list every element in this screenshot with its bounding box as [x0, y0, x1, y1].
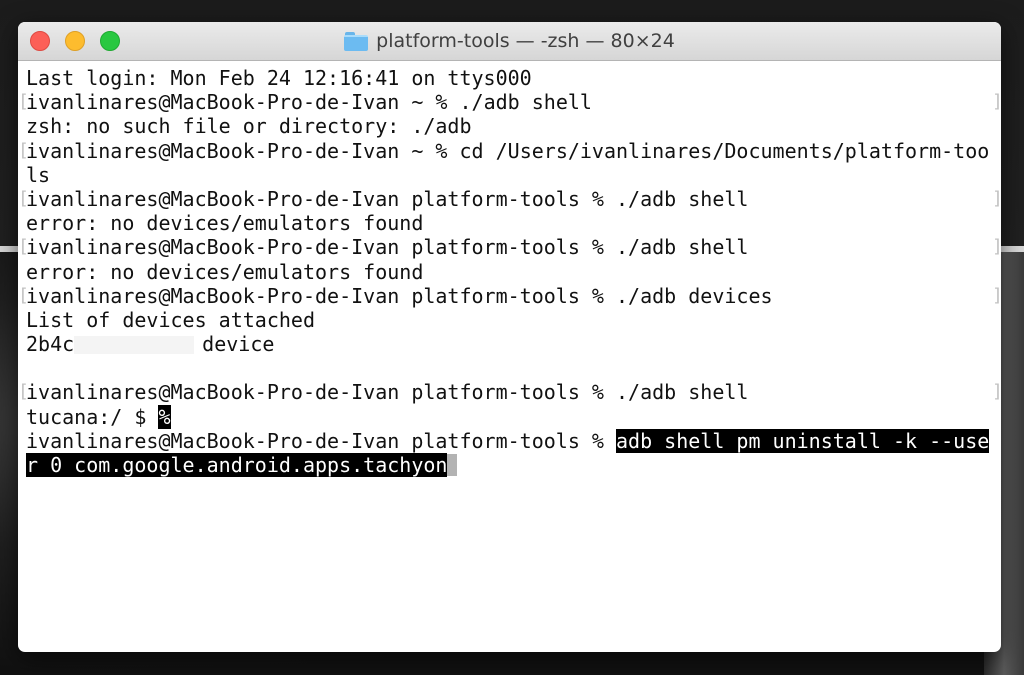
terminal-window[interactable]: platform-tools — -zsh — 80×24 Last login…: [18, 22, 1001, 652]
mark-bracket-left: [: [18, 284, 29, 306]
command-text: ./adb shell: [459, 90, 592, 115]
device-state-text: device: [202, 332, 275, 357]
prompt-text: ivanlinares@MacBook-Pro-de-Ivan platform…: [26, 428, 617, 453]
command-text: ./adb shell: [616, 380, 749, 405]
command-text: cd /Users/ivanlinares/Documents/platform…: [459, 138, 990, 163]
mark-bracket-left: [: [18, 236, 29, 258]
terminal-line: error: no devices/emulators found: [26, 211, 1001, 235]
command-text: ./adb shell: [616, 235, 749, 260]
terminal-line: [ivanlinares@MacBook-Pro-de-Ivan platfor…: [18, 283, 1001, 308]
window-title-text: platform-tools — -zsh — 80×24: [376, 30, 675, 52]
mark-bracket-left: [: [18, 139, 29, 161]
last-login-text: Last login: Mon Feb 24 12:16:41 on ttys0…: [26, 66, 532, 90]
prompt-text: ivanlinares@MacBook-Pro-de-Ivan ~ %: [26, 90, 460, 115]
folder-icon: [344, 31, 369, 51]
mark-bracket-right: ]: [992, 187, 1001, 211]
terminal-line: [ivanlinares@MacBook-Pro-de-Ivan platfor…: [18, 186, 1001, 211]
prompt-text: ivanlinares@MacBook-Pro-de-Ivan platform…: [26, 186, 617, 211]
output-text: error: no devices/emulators found: [26, 259, 424, 284]
output-text: List of devices attached: [26, 307, 315, 332]
output-text: error: no devices/emulators found: [26, 211, 424, 236]
output-text: zsh: no such file or directory: ./adb: [26, 114, 472, 139]
device-id-text: 2b4c: [26, 332, 75, 357]
device-prompt-text: tucana:/ $: [26, 404, 159, 429]
terminal-line: [ivanlinares@MacBook-Pro-de-Ivan ~ % ./a…: [18, 90, 1001, 115]
window-title: platform-tools — -zsh — 80×24: [18, 22, 1001, 60]
mark-bracket-right: ]: [992, 284, 1001, 308]
selected-command-text: adb shell pm uninstall -k --use: [616, 428, 990, 453]
mark-bracket-left: [: [18, 91, 29, 113]
terminal-line: 2b4c device: [26, 332, 1001, 356]
terminal-line: error: no devices/emulators found: [26, 260, 1001, 284]
terminal-line: List of devices attached: [26, 308, 1001, 332]
terminal-line-empty: [26, 356, 1001, 380]
terminal-line: ivanlinares@MacBook-Pro-de-Ivan platform…: [26, 428, 1001, 453]
terminal-line: [ivanlinares@MacBook-Pro-de-Ivan platfor…: [18, 380, 1001, 405]
mark-bracket-right: ]: [992, 235, 1001, 259]
command-text: ./adb shell: [616, 186, 749, 211]
selected-command-text-wrapped: r 0 com.google.android.apps.tachyon: [26, 453, 448, 477]
terminal-line: [ivanlinares@MacBook-Pro-de-Ivan ~ % cd …: [18, 138, 1001, 163]
title-bar[interactable]: platform-tools — -zsh — 80×24: [18, 22, 1001, 61]
terminal-line: tucana:/ $ %: [26, 404, 1001, 429]
prompt-text: ivanlinares@MacBook-Pro-de-Ivan ~ %: [26, 138, 460, 163]
terminal-output[interactable]: Last login: Mon Feb 24 12:16:41 on ttys0…: [18, 61, 1001, 477]
redacted-serial: [74, 336, 195, 355]
terminal-line: ls: [26, 163, 1001, 187]
mark-bracket-right: ]: [992, 380, 1001, 404]
mark-bracket-left: [: [18, 381, 29, 403]
terminal-line: Last login: Mon Feb 24 12:16:41 on ttys0…: [26, 66, 1001, 90]
mark-bracket-left: [: [18, 187, 29, 209]
selected-percent-char: %: [158, 404, 171, 429]
prompt-text: ivanlinares@MacBook-Pro-de-Ivan platform…: [26, 283, 617, 308]
prompt-text: ivanlinares@MacBook-Pro-de-Ivan platform…: [26, 235, 617, 260]
command-text-wrapped: ls: [26, 162, 51, 187]
mark-bracket-right: ]: [992, 90, 1001, 114]
terminal-line: [ivanlinares@MacBook-Pro-de-Ivan platfor…: [18, 235, 1001, 260]
terminal-line: r 0 com.google.android.apps.tachyon: [26, 453, 1001, 477]
command-text: ./adb devices: [616, 283, 773, 308]
terminal-line: zsh: no such file or directory: ./adb: [26, 114, 1001, 138]
prompt-text: ivanlinares@MacBook-Pro-de-Ivan platform…: [26, 380, 617, 405]
text-cursor: [447, 454, 458, 476]
